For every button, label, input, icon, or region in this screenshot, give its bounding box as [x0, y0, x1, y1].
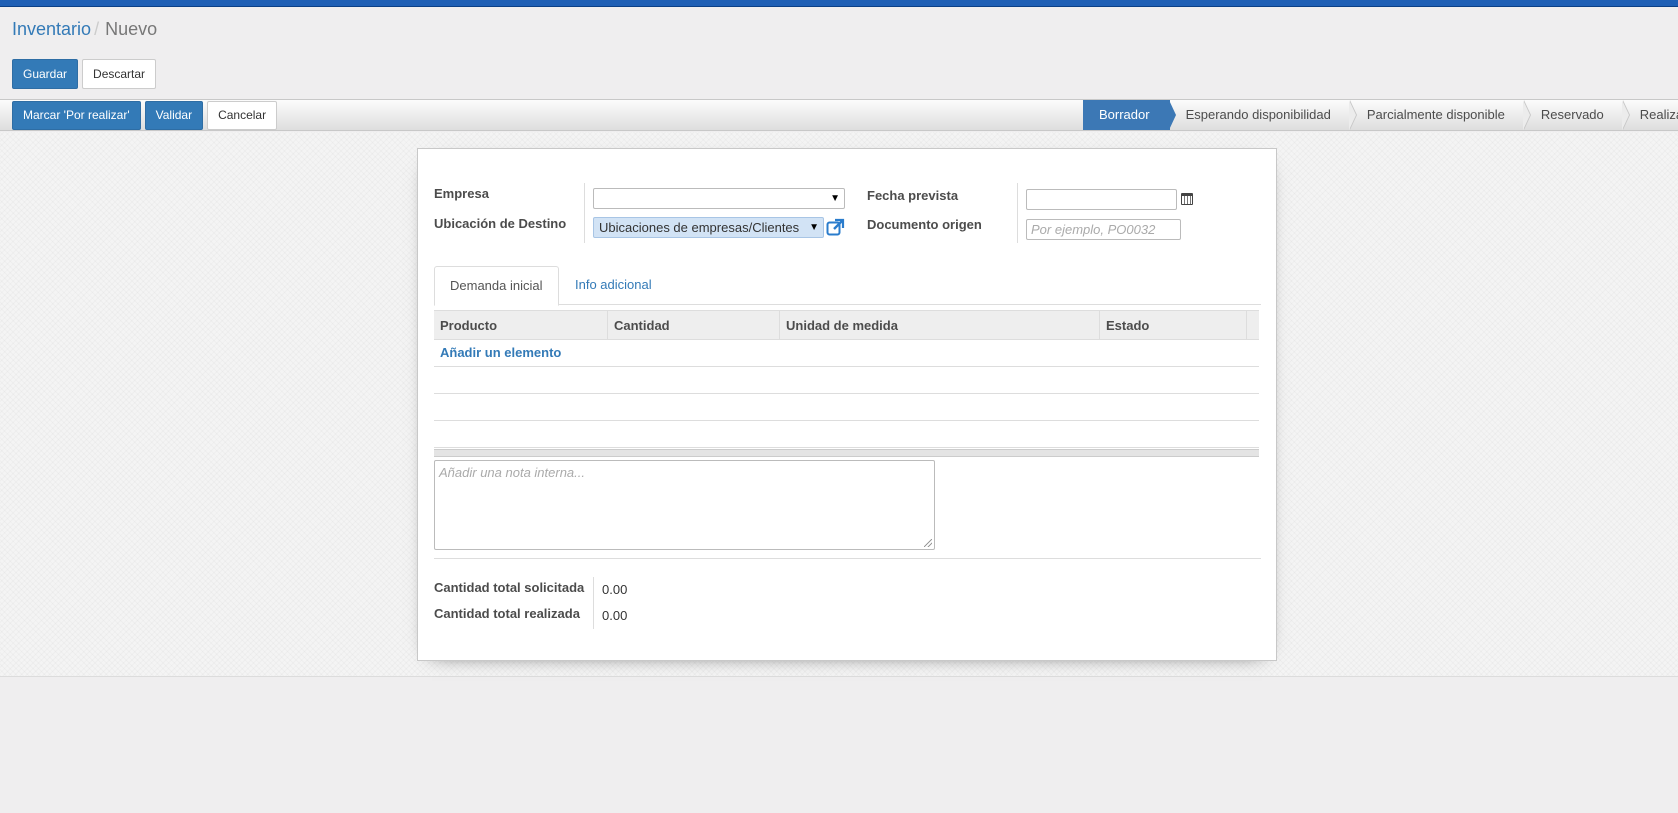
table-row — [434, 394, 1259, 421]
stage-parcialmente-disponible[interactable]: Parcialmente disponible — [1351, 100, 1531, 130]
resize-grip-icon[interactable] — [924, 539, 932, 547]
breadcrumb-inventario-link[interactable]: Inventario — [12, 19, 91, 39]
group-divider — [584, 183, 585, 243]
discard-button[interactable]: Descartar — [82, 59, 157, 89]
form-actions: Guardar Descartar — [12, 59, 157, 89]
group-divider — [593, 577, 594, 629]
tab-info-adicional[interactable]: Info adicional — [560, 266, 667, 305]
total-requested-value: 0.00 — [602, 582, 628, 597]
ubicacion-select[interactable]: Ubicaciones de empresas/Clientes ▼ — [593, 217, 824, 238]
stage-esperando-disponibilidad[interactable]: Esperando disponibilidad — [1170, 100, 1358, 130]
stage-pipeline: Borrador Esperando disponibilidad Parcia… — [1083, 100, 1678, 130]
column-producto[interactable]: Producto — [434, 311, 608, 340]
calendar-icon[interactable] — [1181, 193, 1193, 205]
table-row: Añadir un elemento — [434, 340, 1259, 367]
table-row — [434, 421, 1259, 448]
stage-reservado[interactable]: Reservado — [1525, 100, 1630, 130]
notebook-tabs: Demanda inicial Info adicional — [434, 266, 1261, 306]
documento-label: Documento origen — [867, 217, 982, 232]
documento-input[interactable]: Por ejemplo, PO0032 — [1026, 219, 1181, 240]
top-navbar — [0, 0, 1678, 7]
table-footer — [434, 449, 1259, 457]
dropdown-arrow-icon: ▼ — [830, 193, 840, 204]
fecha-input[interactable] — [1026, 189, 1177, 210]
column-unidad-de-medida[interactable]: Unidad de medida — [780, 311, 1100, 340]
form-sheet: Empresa Ubicación de Destino ▼ Ubicacion… — [417, 148, 1277, 661]
add-item-link[interactable]: Añadir un elemento — [440, 340, 561, 365]
tab-demanda-inicial[interactable]: Demanda inicial — [434, 266, 559, 306]
statusbar-buttons: Marcar 'Por realizar' Validar Cancelar — [12, 101, 278, 130]
empresa-select[interactable]: ▼ — [593, 188, 845, 209]
total-requested-label: Cantidad total solicitada — [434, 580, 585, 595]
table-header: Producto Cantidad Unidad de medida Estad… — [434, 310, 1259, 340]
stage-borrador[interactable]: Borrador — [1083, 100, 1176, 130]
table-row — [434, 367, 1259, 394]
dropdown-arrow-icon: ▼ — [809, 222, 819, 233]
mark-todo-button[interactable]: Marcar 'Por realizar' — [12, 101, 141, 130]
save-button[interactable]: Guardar — [12, 59, 79, 89]
totals-divider — [434, 558, 1261, 559]
form-background: Empresa Ubicación de Destino ▼ Ubicacion… — [0, 132, 1678, 677]
column-estado[interactable]: Estado — [1100, 311, 1247, 340]
ubicacion-label: Ubicación de Destino — [434, 216, 567, 231]
statusbar: Marcar 'Por realizar' Validar Cancelar B… — [0, 99, 1678, 131]
cancel-button[interactable]: Cancelar — [207, 101, 278, 130]
group-divider — [1017, 183, 1018, 243]
note-placeholder: Añadir una nota interna... — [439, 465, 585, 480]
ubicacion-value: Ubicaciones de empresas/Clientes — [599, 220, 800, 235]
moves-table: Producto Cantidad Unidad de medida Estad… — [434, 310, 1259, 457]
total-done-label: Cantidad total realizada — [434, 606, 580, 621]
total-done-value: 0.00 — [602, 608, 628, 623]
fecha-label: Fecha prevista — [867, 188, 959, 203]
empresa-label: Empresa — [434, 186, 489, 201]
breadcrumb-current: Nuevo — [105, 19, 158, 39]
stage-realizado[interactable]: Realizado — [1624, 100, 1678, 130]
external-link-icon[interactable] — [826, 218, 846, 236]
breadcrumb-separator: / — [94, 19, 100, 39]
validate-button[interactable]: Validar — [144, 101, 204, 130]
column-cantidad[interactable]: Cantidad — [608, 311, 780, 340]
breadcrumb: Inventario / Nuevo — [12, 19, 157, 40]
internal-note-textarea[interactable]: Añadir una nota interna... — [434, 460, 935, 550]
